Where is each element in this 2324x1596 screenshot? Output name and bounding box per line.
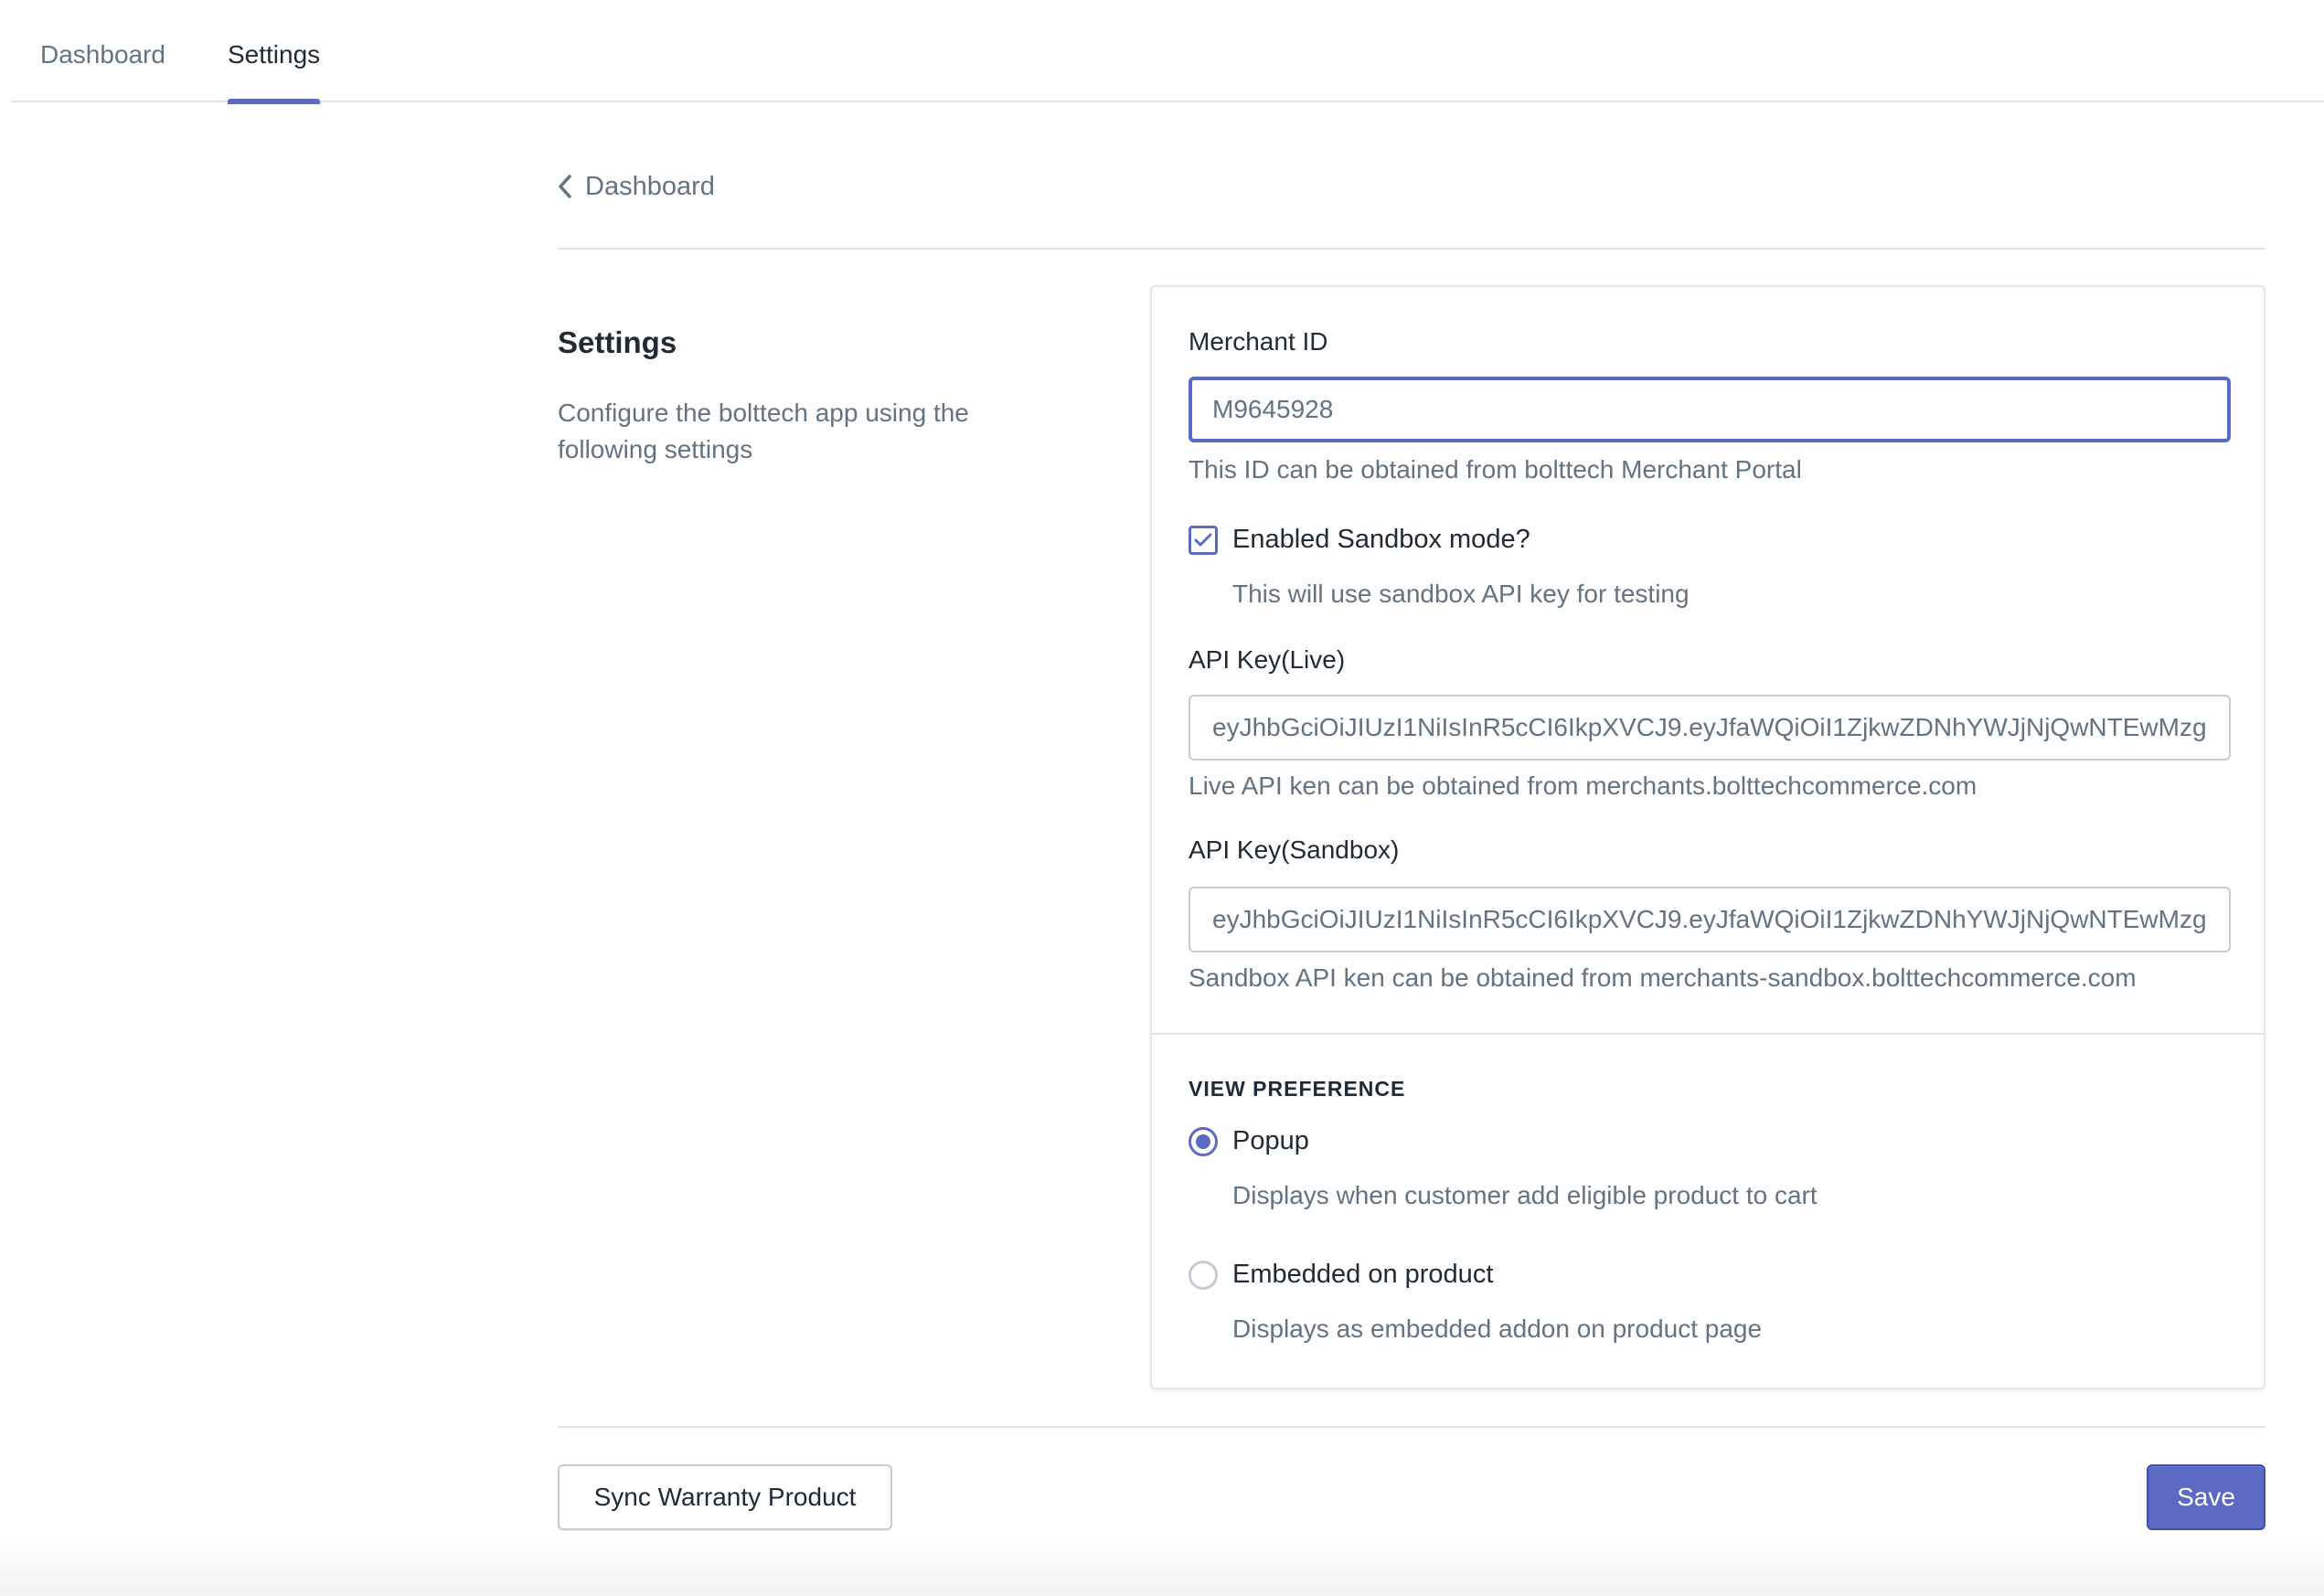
header-divider — [558, 248, 2265, 250]
api-key-live-label: API Key(Live) — [1189, 645, 1346, 674]
merchant-id-input[interactable]: M9645928 — [1189, 377, 2231, 442]
radio-embedded-label: Embedded on product — [1232, 1260, 1494, 1289]
radio-popup-label: Popup — [1232, 1126, 1309, 1155]
api-key-sandbox-input[interactable]: eyJhbGciOiJIUzI1NiIsInR5cCI6IkpXVCJ9.eyJ… — [1189, 887, 2231, 952]
sandbox-mode-label: Enabled Sandbox mode? — [1232, 525, 1530, 554]
sync-warranty-product-button[interactable]: Sync Warranty Product — [558, 1464, 892, 1530]
save-button[interactable]: Save — [2147, 1464, 2265, 1530]
api-key-sandbox-help: Sandbox API ken can be obtained from mer… — [1189, 963, 2137, 992]
radio-embedded-help: Displays as embedded addon on product pa… — [1232, 1314, 1763, 1343]
section-title: Settings — [558, 325, 677, 359]
radio-popup-row[interactable]: Popup — [1189, 1126, 1309, 1156]
breadcrumb-dashboard-link[interactable]: Dashboard — [558, 168, 715, 205]
sandbox-mode-checkbox-row[interactable]: Enabled Sandbox mode? — [1189, 525, 1530, 555]
bottom-fade — [0, 1536, 2324, 1596]
top-tab-bar: Dashboard Settings — [11, 0, 2324, 104]
radio-embedded[interactable] — [1189, 1260, 1218, 1290]
merchant-id-help: This ID can be obtained from bolttech Me… — [1189, 455, 1802, 484]
card-section-divider — [1152, 1033, 2264, 1035]
checkmark-icon — [1194, 533, 1212, 546]
merchant-id-label: Merchant ID — [1189, 327, 1328, 356]
sandbox-mode-checkbox[interactable] — [1189, 525, 1218, 555]
radio-popup-help: Displays when customer add eligible prod… — [1232, 1181, 1818, 1209]
tab-dashboard[interactable]: Dashboard — [40, 0, 165, 102]
api-key-live-help: Live API ken can be obtained from mercha… — [1189, 771, 1978, 800]
footer-divider — [558, 1426, 2265, 1428]
api-key-live-input[interactable]: eyJhbGciOiJIUzI1NiIsInR5cCI6IkpXVCJ9.eyJ… — [1189, 695, 2231, 761]
section-description: Configure the bolttech app using the fol… — [558, 399, 969, 463]
tab-settings[interactable]: Settings — [228, 0, 321, 104]
settings-card: Merchant ID M9645928 This ID can be obta… — [1150, 285, 2265, 1389]
radio-embedded-row[interactable]: Embedded on product — [1189, 1260, 1493, 1290]
api-key-sandbox-label: API Key(Sandbox) — [1189, 835, 1400, 864]
chevron-left-icon — [559, 175, 571, 198]
radio-popup[interactable] — [1189, 1126, 1218, 1156]
breadcrumb-label: Dashboard — [585, 171, 715, 201]
view-preference-heading: VIEW PREFERENCE — [1189, 1077, 1406, 1101]
sandbox-mode-help: This will use sandbox API key for testin… — [1232, 580, 1690, 608]
radio-selected-dot — [1196, 1133, 1210, 1149]
